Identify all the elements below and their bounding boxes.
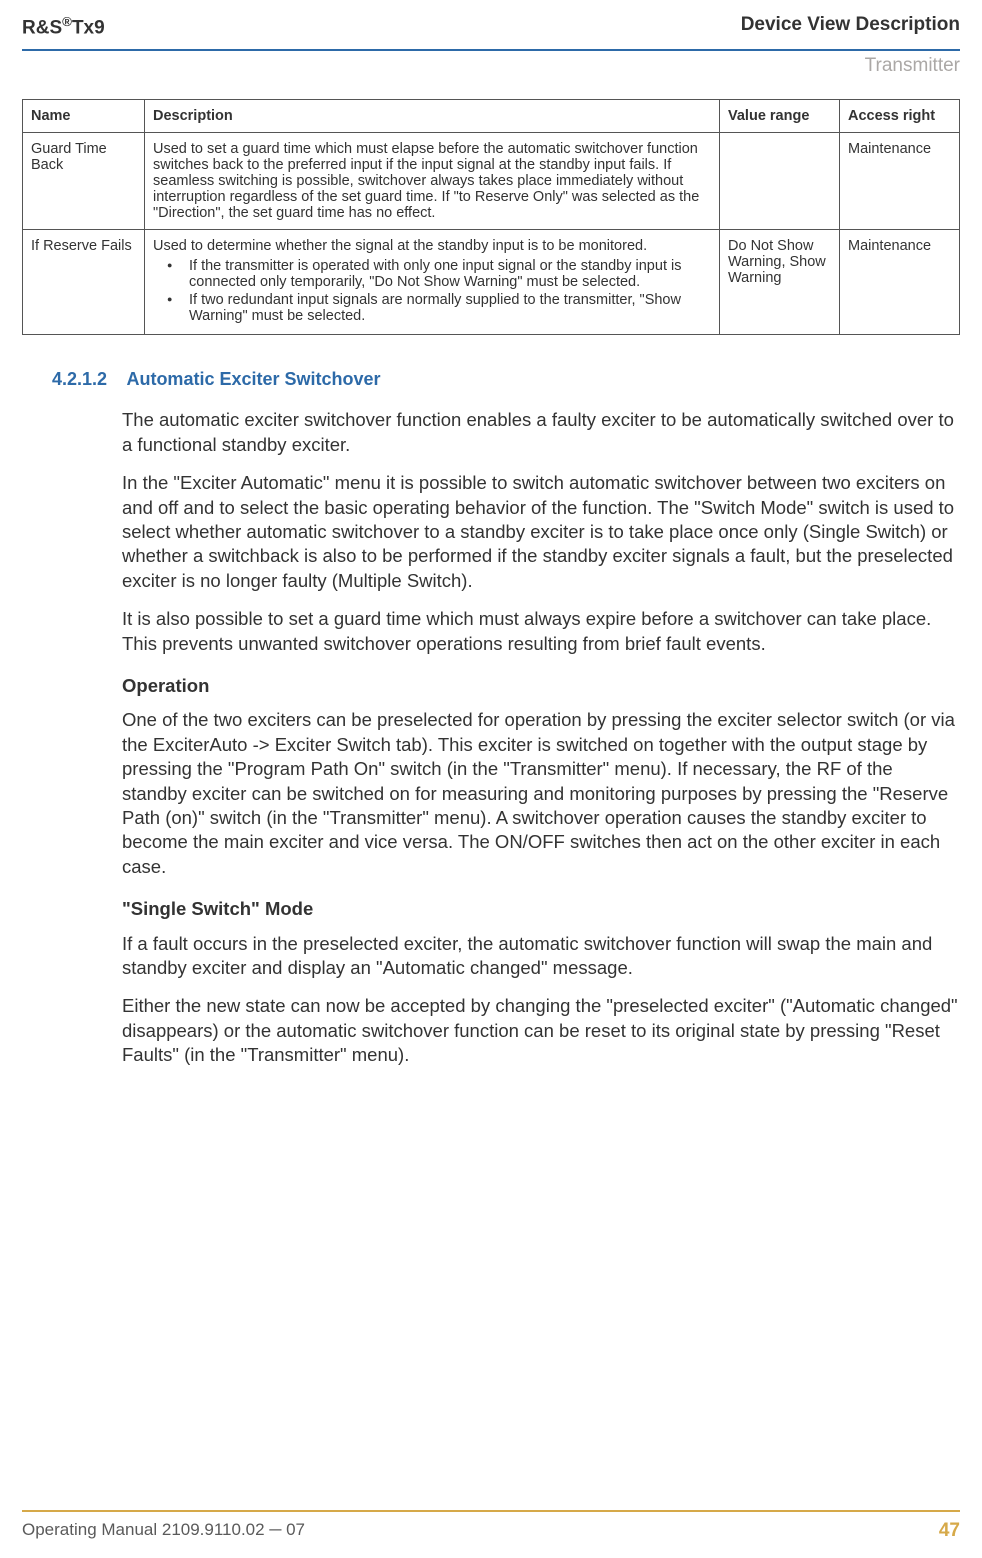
parameter-table: Name Description Value range Access righ… xyxy=(22,99,960,335)
cell-name: Guard Time Back xyxy=(23,133,145,230)
cell-description: Used to set a guard time which must elap… xyxy=(145,133,720,230)
registered-mark: ® xyxy=(62,14,72,29)
section-title: Automatic Exciter Switchover xyxy=(126,369,380,389)
section-number: 4.2.1.2 xyxy=(52,369,122,390)
bullet-list: If the transmitter is operated with only… xyxy=(153,258,711,324)
col-header-description: Description xyxy=(145,100,720,133)
cell-value-range xyxy=(720,133,840,230)
table-row: If Reserve Fails Used to determine wheth… xyxy=(23,230,960,335)
page: R&S®Tx9 Device View Description Transmit… xyxy=(0,0,982,1558)
page-title: Device View Description xyxy=(741,14,960,36)
page-header: R&S®Tx9 Device View Description xyxy=(0,0,982,43)
cell-name: If Reserve Fails xyxy=(23,230,145,335)
manual-id: Operating Manual 2109.9110.02 ─ 07 xyxy=(22,1520,305,1542)
paragraph: If a fault occurs in the preselected exc… xyxy=(122,932,960,981)
paragraph: The automatic exciter switchover functio… xyxy=(122,408,960,457)
paragraph: It is also possible to set a guard time … xyxy=(122,607,960,656)
paragraph: Either the new state can now be accepted… xyxy=(122,994,960,1067)
list-item: If two redundant input signals are norma… xyxy=(167,292,711,324)
page-footer: Operating Manual 2109.9110.02 ─ 07 47 xyxy=(0,1510,982,1558)
table-header-row: Name Description Value range Access righ… xyxy=(23,100,960,133)
list-item: If the transmitter is operated with only… xyxy=(167,258,711,290)
single-switch-heading: "Single Switch" Mode xyxy=(122,897,960,921)
paragraph: In the "Exciter Automatic" menu it is po… xyxy=(122,471,960,593)
body-text: The automatic exciter switchover functio… xyxy=(122,408,960,1067)
product-name: R&S®Tx9 xyxy=(22,14,105,39)
paragraph: One of the two exciters can be preselect… xyxy=(122,708,960,879)
footer-line: Operating Manual 2109.9110.02 ─ 07 47 xyxy=(22,1520,960,1542)
cell-description-intro: Used to determine whether the signal at … xyxy=(153,238,647,254)
page-subtitle: Transmitter xyxy=(0,55,982,77)
table-row: Guard Time Back Used to set a guard time… xyxy=(23,133,960,230)
col-header-name: Name xyxy=(23,100,145,133)
section-heading: 4.2.1.2 Automatic Exciter Switchover xyxy=(52,369,960,390)
product-prefix: R&S xyxy=(22,17,62,38)
operation-heading: Operation xyxy=(122,674,960,698)
footer-rule xyxy=(22,1510,960,1512)
cell-access-right: Maintenance xyxy=(840,133,960,230)
cell-description: Used to determine whether the signal at … xyxy=(145,230,720,335)
cell-value-range: Do Not Show Warning, Show Warning xyxy=(720,230,840,335)
product-model: Tx9 xyxy=(72,17,105,38)
col-header-value-range: Value range xyxy=(720,100,840,133)
content-area: Name Description Value range Access righ… xyxy=(0,77,982,1067)
page-number: 47 xyxy=(939,1520,960,1542)
cell-access-right: Maintenance xyxy=(840,230,960,335)
col-header-access-right: Access right xyxy=(840,100,960,133)
header-rule xyxy=(22,49,960,51)
